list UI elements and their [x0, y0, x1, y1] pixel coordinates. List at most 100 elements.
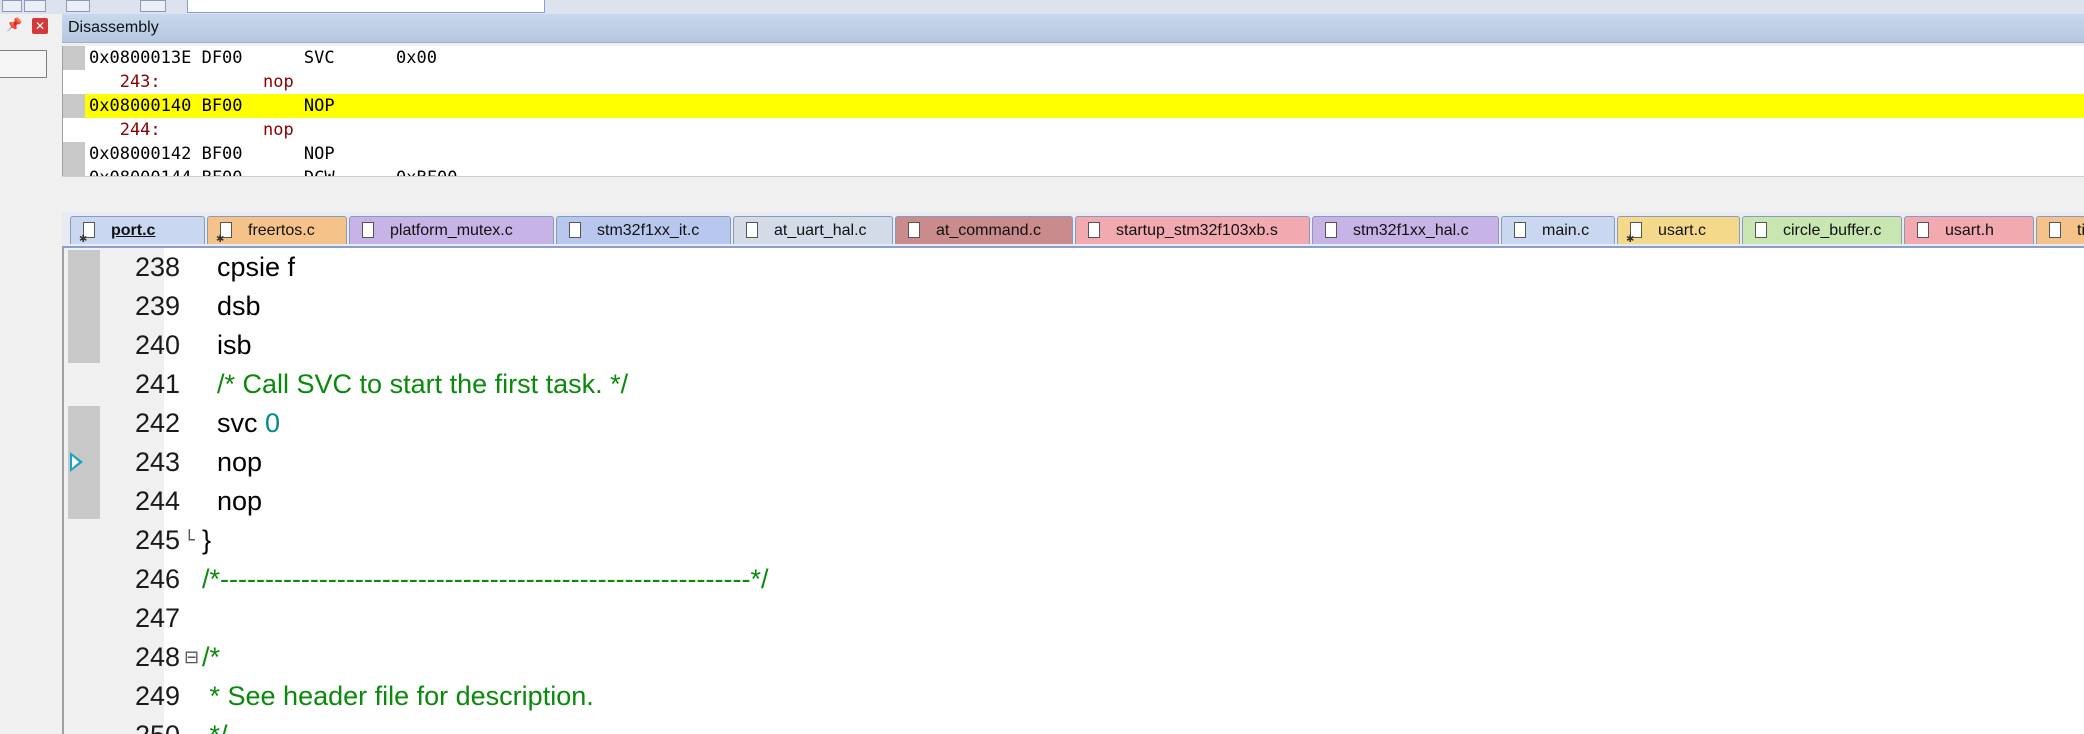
code-line[interactable]: 238 cpsie f	[64, 248, 2084, 287]
tab-stm32f1xx-hal-c[interactable]: stm32f1xx_hal.c	[1312, 216, 1499, 244]
code-text: isb	[202, 330, 252, 360]
file-icon	[1088, 222, 1100, 238]
code-line[interactable]: 245 └}	[64, 521, 2084, 560]
tab-circle-buffer-c[interactable]: circle_buffer.c	[1742, 216, 1902, 244]
line-number: 239	[134, 291, 180, 321]
toolbar-button[interactable]	[2, 0, 22, 12]
file-icon	[1514, 222, 1526, 238]
code-editor[interactable]: 238 cpsie f 239 dsb 240 isb 241 /* Call SVC…	[62, 248, 2084, 734]
toolbar-button[interactable]	[140, 0, 166, 12]
toolbar-group	[187, 0, 545, 13]
tab-label: at_command.c	[936, 222, 1041, 239]
disassembly-title-bar: Disassembly	[62, 14, 2084, 43]
toolbar-button[interactable]	[66, 0, 90, 12]
tab-label: stm32f1xx_it.c	[597, 222, 700, 239]
tab-main-c[interactable]: main.c	[1501, 216, 1615, 244]
disassembly-line[interactable]: 0x0800013E DF00 SVC 0x00	[63, 46, 2084, 70]
disassembly-line-text: 0x0800013E DF00 SVC 0x00	[89, 48, 437, 68]
disassembly-horizontal-scrollbar[interactable]	[62, 176, 2084, 201]
tab-stm32f1xx-it-c[interactable]: stm32f1xx_it.c	[556, 216, 731, 244]
code-line[interactable]: 239 dsb	[64, 287, 2084, 326]
file-icon	[2049, 222, 2061, 238]
tab-label: at_uart_hal.c	[774, 222, 867, 239]
disassembly-line-text: 0x08000142 BF00 NOP	[89, 144, 335, 164]
disassembly-line[interactable]: 0x08000142 BF00 NOP	[63, 142, 2084, 166]
disassembly-line-marker	[63, 94, 85, 118]
disassembly-line-text: 0x08000140 BF00 NOP	[89, 96, 335, 116]
line-number: 245	[134, 525, 180, 555]
current-execution-arrow-icon	[70, 452, 83, 472]
file-icon	[1917, 222, 1929, 238]
tab-label: port.c	[111, 222, 156, 239]
disassembly-line[interactable]: 243: nop	[63, 70, 2084, 94]
toolbar	[0, 0, 2084, 14]
toolbar-button[interactable]	[24, 0, 46, 12]
tab-label: startup_stm32f103xb.s	[1116, 222, 1278, 239]
file-icon	[79, 222, 95, 244]
line-number: 244	[134, 486, 180, 516]
line-number: 241	[134, 369, 180, 399]
pin-icon[interactable]: 📌	[6, 18, 22, 33]
disassembly-line-text: 0x08000144 BF00 DCW 0xBF00	[89, 166, 457, 176]
code-line[interactable]: 249 * See header file for description.	[64, 677, 2084, 716]
line-number: 238	[134, 252, 180, 282]
line-number: 250	[100, 716, 180, 734]
file-icon	[908, 222, 920, 238]
code-text: /* Call SVC to start the first task. */	[202, 369, 629, 399]
disassembly-title: Disassembly	[68, 19, 159, 36]
code-text: svc 0	[202, 408, 281, 438]
file-icon	[569, 222, 581, 238]
tab-freertos-c[interactable]: freertos.c	[207, 216, 347, 244]
disassembly-line[interactable]: 0x08000144 BF00 DCW 0xBF00	[63, 166, 2084, 176]
tab-usart-c[interactable]: usart.c	[1617, 216, 1740, 244]
tab-port-c[interactable]: port.c	[70, 216, 205, 244]
code-text: /*	[202, 642, 221, 672]
line-number: 247	[134, 603, 180, 633]
close-icon[interactable]: ✕	[32, 18, 48, 34]
line-number: 240	[134, 330, 180, 360]
tab-label: main.c	[1542, 222, 1590, 239]
tab-label: usart.h	[1945, 222, 1994, 239]
code-text: */	[202, 716, 228, 734]
disassembly-line-marker	[63, 142, 85, 166]
tab-label: timers.h	[2077, 222, 2084, 239]
disassembly-line[interactable]: 244: nop	[63, 118, 2084, 142]
code-line[interactable]: 246 /*-----------------------------------…	[64, 560, 2084, 599]
tab-label: usart.c	[1658, 222, 1707, 239]
left-pane: 📌 ✕	[0, 14, 60, 734]
code-line[interactable]: 240 isb	[64, 326, 2084, 365]
code-text: /*--------------------------------------…	[202, 564, 769, 594]
line-number: 243	[134, 447, 180, 477]
disassembly-current-line[interactable]: 0x08000140 BF00 NOP	[63, 94, 2084, 118]
code-line[interactable]: 241 /* Call SVC to start the first task.…	[64, 365, 2084, 404]
tab-label: circle_buffer.c	[1783, 222, 1882, 239]
code-line[interactable]: 242 svc 0	[64, 404, 2084, 443]
file-icon	[1626, 222, 1642, 244]
disassembly-line-marker	[63, 166, 85, 176]
disassembly-line-marker	[63, 46, 85, 70]
code-line[interactable]: 244 nop	[64, 482, 2084, 521]
fold-collapse-icon[interactable]: ⊟	[184, 638, 199, 677]
tab-usart-h[interactable]: usart.h	[1904, 216, 2034, 244]
line-number: 249	[134, 681, 180, 711]
code-text: }	[202, 525, 212, 555]
code-line[interactable]: 248 ⊟/*	[64, 638, 2084, 677]
code-line[interactable]: 243 nop	[64, 443, 2084, 482]
tab-platform-mutex-c[interactable]: platform_mutex.c	[349, 216, 554, 244]
file-icon	[746, 222, 758, 238]
code-line[interactable]: 250 */	[64, 716, 2084, 734]
disassembly-view[interactable]: 0x0800013E DF00 SVC 0x00 243: nop 0x08000…	[62, 46, 2084, 176]
editor-tab-bar: port.c freertos.c platform_mutex.c stm32f1x…	[62, 212, 2084, 248]
file-icon	[1755, 222, 1767, 238]
tab-label: freertos.c	[248, 222, 315, 239]
tab-label: stm32f1xx_hal.c	[1353, 222, 1469, 239]
disassembly-line-text: 244: nop	[89, 120, 294, 140]
code-text: dsb	[202, 291, 261, 321]
tab-timers-h[interactable]: timers.h	[2036, 216, 2084, 244]
tab-at-uart-hal-c[interactable]: at_uart_hal.c	[733, 216, 893, 244]
tab-startup-stm32f103xb-s[interactable]: startup_stm32f103xb.s	[1075, 216, 1310, 244]
tab-at-command-c[interactable]: at_command.c	[895, 216, 1073, 244]
code-text: nop	[202, 447, 263, 477]
code-line[interactable]: 247	[64, 599, 2084, 638]
line-number: 242	[134, 408, 180, 438]
